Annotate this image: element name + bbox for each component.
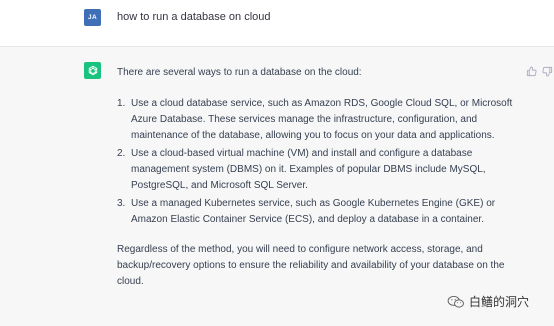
- list-item-text: Use a cloud database service, such as Am…: [131, 98, 513, 141]
- user-avatar: JA: [84, 9, 101, 26]
- list-item: 3. Use a managed Kubernetes service, suc…: [117, 196, 517, 228]
- thumbs-down-icon[interactable]: [541, 65, 553, 77]
- thumbs-up-icon[interactable]: [525, 65, 537, 77]
- list-item-number: 2.: [117, 148, 126, 159]
- list-item-number: 1.: [117, 98, 126, 109]
- list-item-text: Use a managed Kubernetes service, such a…: [131, 198, 496, 225]
- assistant-message-content: There are several ways to run a database…: [117, 65, 517, 290]
- watermark-text: 白鳝的洞穴: [469, 295, 530, 309]
- user-message-row: JA how to run a database on cloud: [0, 0, 554, 47]
- list-item-text: Use a cloud-based virtual machine (VM) a…: [131, 148, 486, 191]
- chatgpt-logo-icon: [84, 62, 101, 79]
- wechat-icon: [447, 295, 464, 308]
- watermark: 白鳝的洞穴: [447, 293, 529, 310]
- assistant-message-row: There are several ways to run a database…: [0, 47, 554, 326]
- assistant-intro: There are several ways to run a database…: [117, 67, 362, 78]
- steps-list: 1. Use a cloud database service, such as…: [117, 96, 517, 228]
- assistant-closing: Regardless of the method, you will need …: [117, 244, 505, 287]
- list-item-number: 3.: [117, 198, 126, 209]
- list-item: 1. Use a cloud database service, such as…: [117, 96, 517, 144]
- user-message-text: how to run a database on cloud: [117, 11, 271, 23]
- list-item: 2. Use a cloud-based virtual machine (VM…: [117, 146, 517, 194]
